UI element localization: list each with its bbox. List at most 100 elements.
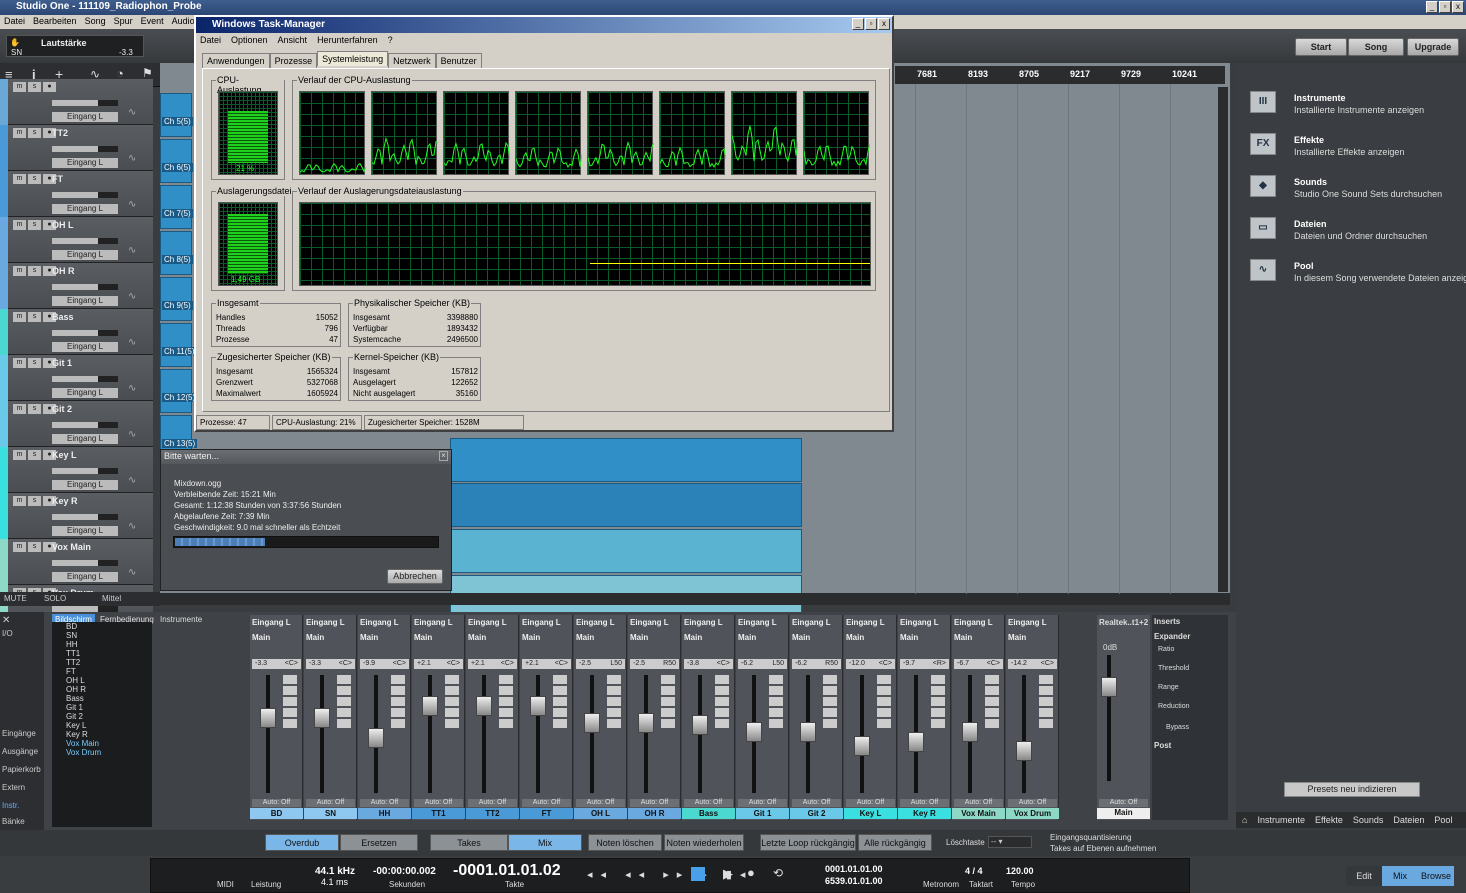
replace-button[interactable]: Ersetzen xyxy=(340,834,418,851)
track-volume-fader[interactable] xyxy=(52,284,118,290)
record-button[interactable] xyxy=(283,708,297,717)
track-volume-fader[interactable] xyxy=(52,514,118,520)
solo-button[interactable]: s xyxy=(28,220,41,230)
automation-mode[interactable]: Auto: Off xyxy=(954,799,1003,807)
dialog-close-icon[interactable]: × xyxy=(439,451,448,461)
solo-button[interactable] xyxy=(715,697,729,706)
solo-button[interactable]: s xyxy=(28,174,41,184)
automation-mode[interactable]: Auto: Off xyxy=(522,799,571,807)
track-volume-fader[interactable] xyxy=(52,560,118,566)
record-button[interactable] xyxy=(985,708,999,717)
mute-button[interactable]: m xyxy=(13,450,26,460)
solo-button[interactable] xyxy=(391,697,405,706)
mute-button[interactable] xyxy=(445,686,459,695)
record-button[interactable] xyxy=(445,708,459,717)
time-signature[interactable]: 4 / 4 xyxy=(965,866,983,876)
parameter-display[interactable]: ✋ Lautstärke SN -3.3 xyxy=(6,35,144,57)
monitor-button[interactable] xyxy=(985,675,999,684)
bank-channel-item[interactable]: Bass xyxy=(52,694,152,703)
input-quantize-checkbox[interactable]: Eingangsquantisierung xyxy=(1050,833,1131,842)
monitor-button[interactable] xyxy=(715,675,729,684)
mute-button[interactable]: m xyxy=(13,542,26,552)
fader-knob[interactable] xyxy=(746,722,762,743)
mute-button[interactable] xyxy=(877,686,891,695)
channel-pan[interactable]: -9.7 <R> xyxy=(900,659,949,669)
monitor-button[interactable] xyxy=(607,675,621,684)
channel-pan[interactable]: -3.3 <C> xyxy=(252,659,301,669)
monitor-button[interactable] xyxy=(445,675,459,684)
channel-input[interactable]: Eingang L xyxy=(684,618,723,627)
channel-pan[interactable]: -9.9 <C> xyxy=(360,659,409,669)
fader-knob[interactable] xyxy=(530,696,546,717)
record-button[interactable] xyxy=(337,708,351,717)
bank-channel-item[interactable]: TT2 xyxy=(52,658,152,667)
upgrade-button[interactable]: Upgrade xyxy=(1407,38,1459,56)
channel-output[interactable]: Main xyxy=(1008,633,1026,642)
solo-button[interactable]: s xyxy=(28,358,41,368)
solo-button[interactable] xyxy=(823,697,837,706)
mixer-trash-button[interactable]: Papierkorb xyxy=(2,765,41,774)
bank-channel-item[interactable]: SN xyxy=(52,631,152,640)
close-button[interactable]: x xyxy=(1452,1,1464,13)
channel-pan[interactable]: -3.3 <C> xyxy=(306,659,355,669)
solo-button[interactable] xyxy=(985,697,999,706)
audio-clip[interactable] xyxy=(450,529,802,573)
track-row[interactable]: m s ● Key R Eingang L ∿ xyxy=(0,493,153,539)
audio-clip[interactable] xyxy=(160,185,192,229)
menu-datei[interactable]: Datei xyxy=(4,16,25,28)
channel-output[interactable]: Main xyxy=(900,633,918,642)
channel-pan[interactable]: -3.8 <C> xyxy=(684,659,733,669)
channel-name[interactable]: BD xyxy=(250,808,303,819)
mixer-inputs-button[interactable]: Eingänge xyxy=(2,729,36,738)
takes-layers-checkbox[interactable]: Takes auf Ebenen aufnehmen xyxy=(1050,844,1156,853)
monitor-button[interactable] xyxy=(877,675,891,684)
mixer-io-button[interactable]: I/O xyxy=(2,629,13,638)
fader-knob[interactable] xyxy=(692,715,708,736)
insert-plugin[interactable]: Expander xyxy=(1154,632,1190,641)
monitor-button[interactable] xyxy=(499,675,513,684)
automation-mode[interactable]: Auto: Off xyxy=(252,799,301,807)
undo-all-button[interactable]: Alle rückgängig xyxy=(858,834,932,851)
channel-output[interactable]: Main xyxy=(306,633,324,642)
bank-channel-item[interactable]: Key R xyxy=(52,730,152,739)
mixer-banks-button[interactable]: Bänke xyxy=(2,817,25,826)
menu-audio[interactable]: Audio xyxy=(172,16,195,28)
track-input-select[interactable]: Eingang L xyxy=(52,250,118,260)
arm-button[interactable] xyxy=(337,719,351,728)
arm-button[interactable] xyxy=(823,719,837,728)
track-volume-fader[interactable] xyxy=(52,422,118,428)
solo-button[interactable] xyxy=(283,697,297,706)
mute-button[interactable]: m xyxy=(13,312,26,322)
automation-mode[interactable]: Auto: Off xyxy=(360,799,409,807)
mixer-outputs-button[interactable]: Ausgänge xyxy=(2,747,38,756)
tm-tab-netzwerk[interactable]: Netzwerk xyxy=(388,53,436,68)
record-button[interactable] xyxy=(661,708,675,717)
fader-knob[interactable] xyxy=(962,722,978,743)
mute-button[interactable] xyxy=(499,686,513,695)
solo-button[interactable]: s xyxy=(28,312,41,322)
bank-channel-item[interactable]: HH xyxy=(52,640,152,649)
solo-all-button[interactable]: SOLO xyxy=(44,594,66,603)
channel-name[interactable]: SN xyxy=(304,808,357,819)
home-icon[interactable]: ⌂ xyxy=(1242,815,1247,825)
mute-button[interactable] xyxy=(391,686,405,695)
takes-button[interactable]: Takes xyxy=(430,834,508,851)
arm-button[interactable] xyxy=(877,719,891,728)
automation-mode[interactable]: Auto: Off xyxy=(738,799,787,807)
automation-mode[interactable]: Auto: Off xyxy=(684,799,733,807)
solo-button[interactable] xyxy=(607,697,621,706)
mute-button[interactable]: m xyxy=(13,358,26,368)
solo-button[interactable] xyxy=(661,697,675,706)
mix-mode-button[interactable]: Mix xyxy=(508,834,582,851)
solo-button[interactable]: s xyxy=(28,450,41,460)
bank-channel-item[interactable]: Vox Main xyxy=(52,739,152,748)
track-row[interactable]: m s ● FT Eingang L ∿ xyxy=(0,171,153,217)
mute-button[interactable] xyxy=(1039,686,1053,695)
channel-name[interactable]: Bass xyxy=(682,808,735,819)
play-button[interactable]: ▶ xyxy=(723,866,733,882)
tm-menu-datei[interactable]: Datei xyxy=(200,35,221,45)
undo-last-loop-button[interactable]: Letzte Loop rückgängig xyxy=(760,834,856,851)
track-row[interactable]: m s ● Eingang L ∿ xyxy=(0,79,153,125)
fader-knob[interactable] xyxy=(638,712,654,733)
browser-item-instrumente[interactable]: III Instrumente Installierte Instrumente a… xyxy=(1250,91,1466,131)
